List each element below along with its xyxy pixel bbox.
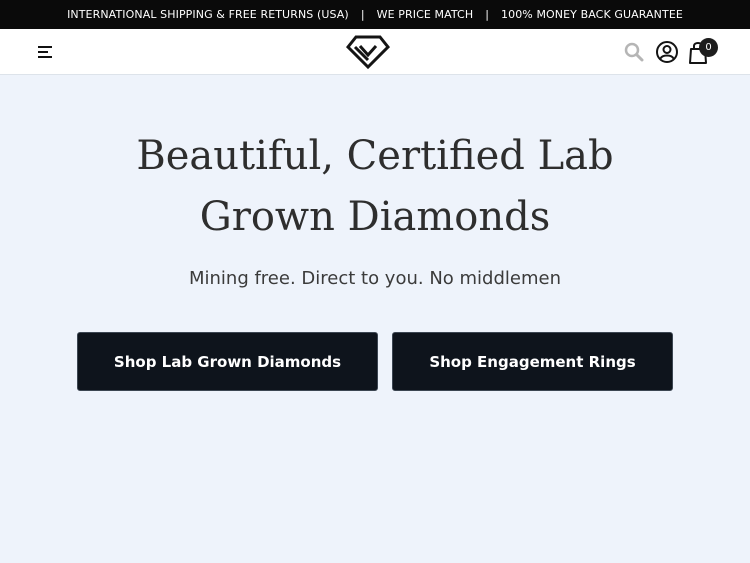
- announcement-bar: INTERNATIONAL SHIPPING & FREE RETURNS (U…: [0, 0, 750, 29]
- hero-subtitle: Mining free. Direct to you. No middlemen: [188, 268, 562, 289]
- cart-count-badge: 0: [699, 38, 718, 57]
- account-user-icon[interactable]: [655, 40, 679, 64]
- search-icon[interactable]: [623, 41, 645, 63]
- hero-title-line-1: Beautiful, Certified Lab: [136, 133, 614, 179]
- hero-title-line-2: Grown Diamonds: [199, 194, 551, 240]
- hamburger-menu-icon[interactable]: [36, 43, 56, 61]
- announcement-shipping: INTERNATIONAL SHIPPING & FREE RETURNS (U…: [67, 8, 349, 21]
- hero-title: Beautiful, Certified Lab Grown Diamonds: [75, 126, 675, 248]
- announcement-price-match: WE PRICE MATCH: [376, 8, 474, 21]
- shop-engagement-rings-button[interactable]: Shop Engagement Rings: [392, 332, 673, 391]
- shop-lab-grown-diamonds-button[interactable]: Shop Lab Grown Diamonds: [77, 332, 378, 391]
- announcement-separator: |: [360, 8, 365, 21]
- diamond-logo-icon[interactable]: [345, 34, 391, 70]
- site-header: 0: [0, 29, 750, 75]
- announcement-guarantee: 100% MONEY BACK GUARANTEE: [501, 8, 683, 21]
- announcement-separator: |: [485, 8, 489, 21]
